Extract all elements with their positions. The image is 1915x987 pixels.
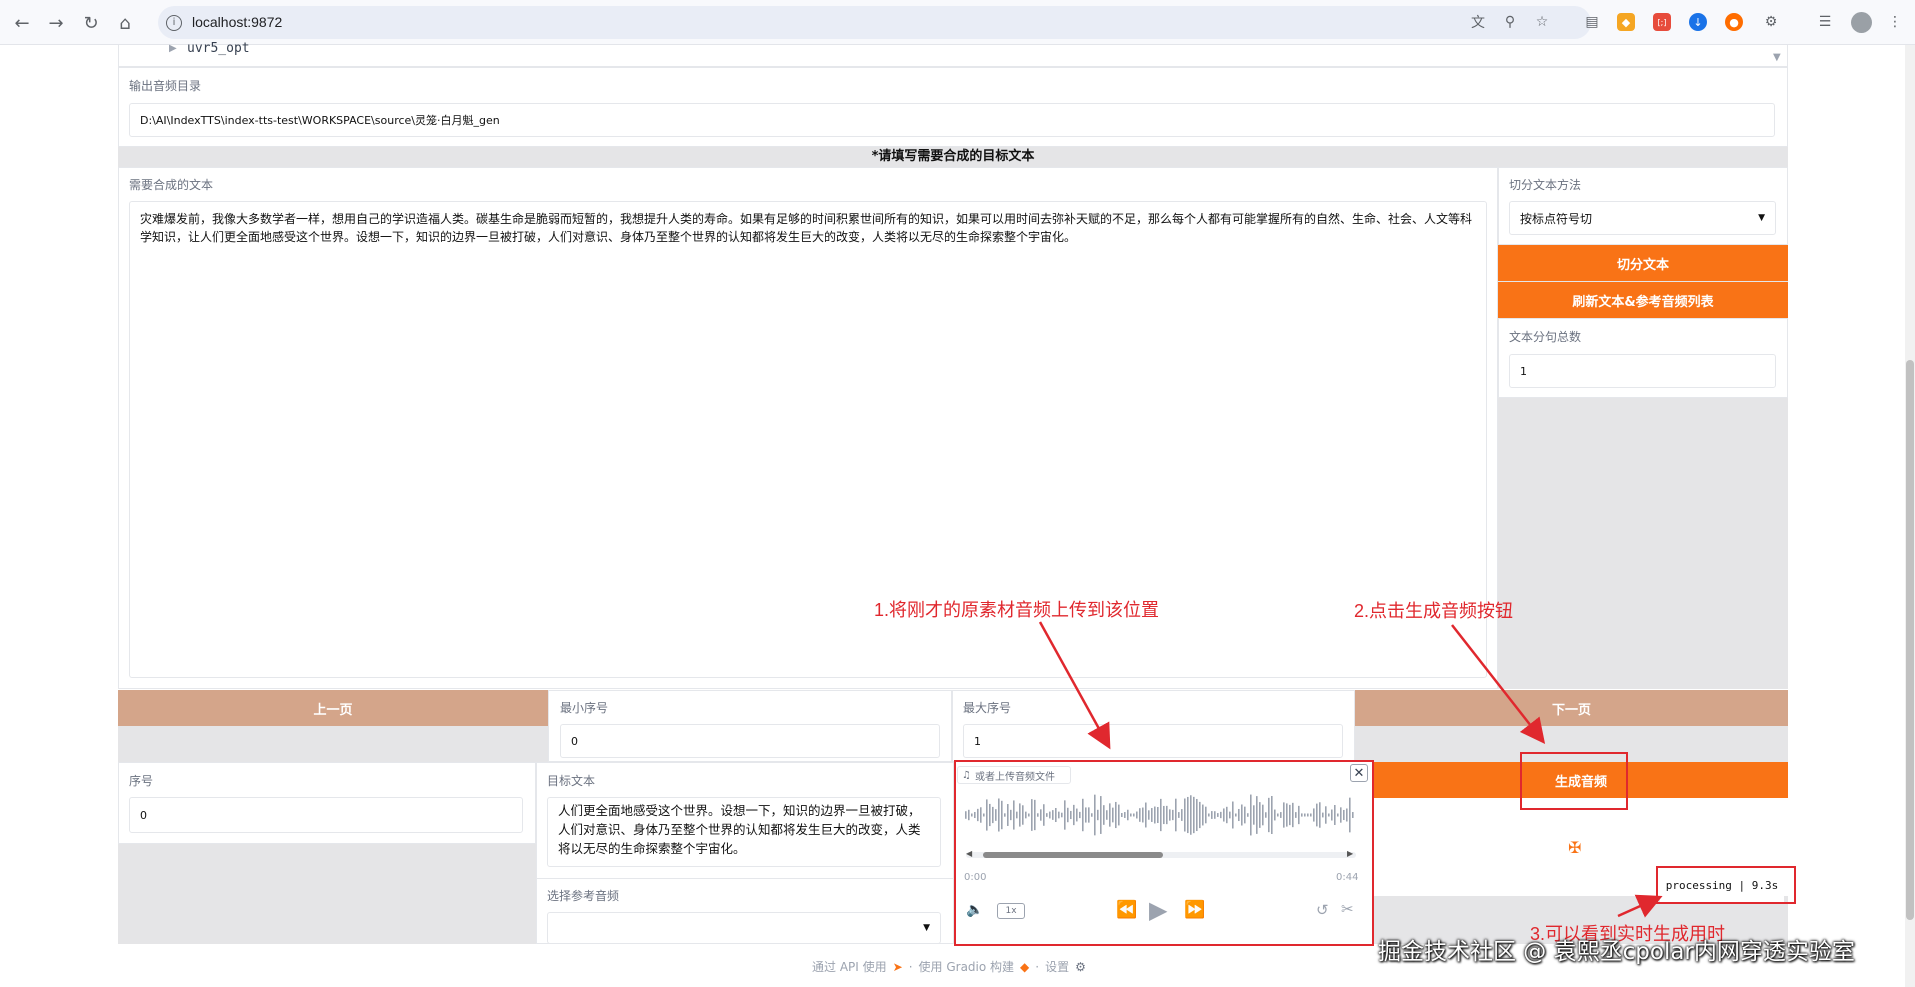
rocket-icon: ➤ bbox=[892, 959, 903, 974]
footer: 通过 API 使用 ➤ · 使用 Gradio 构建 ◆ · 设置 ⚙ bbox=[812, 958, 1086, 975]
footer-separator: · bbox=[1035, 959, 1040, 974]
footer-api-link[interactable]: 通过 API 使用 bbox=[812, 958, 887, 975]
footer-separator: · bbox=[908, 959, 913, 974]
annotation-arrows bbox=[1038, 621, 1663, 918]
annotation-step-1: 1.将刚才的原素材音频上传到该位置 bbox=[874, 600, 1160, 620]
footer-settings-link[interactable]: 设置 bbox=[1045, 958, 1069, 975]
watermark: 掘金技术社区 @ 袁熙丞cpolar内网穿透实验室 bbox=[1378, 939, 1855, 965]
footer-gradio-link[interactable]: 使用 Gradio 构建 bbox=[919, 958, 1015, 975]
gear-icon: ⚙ bbox=[1075, 959, 1086, 974]
gradio-logo-icon: ◆ bbox=[1020, 959, 1030, 974]
annotation-step-2: 2.点击生成音频按钮 bbox=[1354, 601, 1514, 621]
